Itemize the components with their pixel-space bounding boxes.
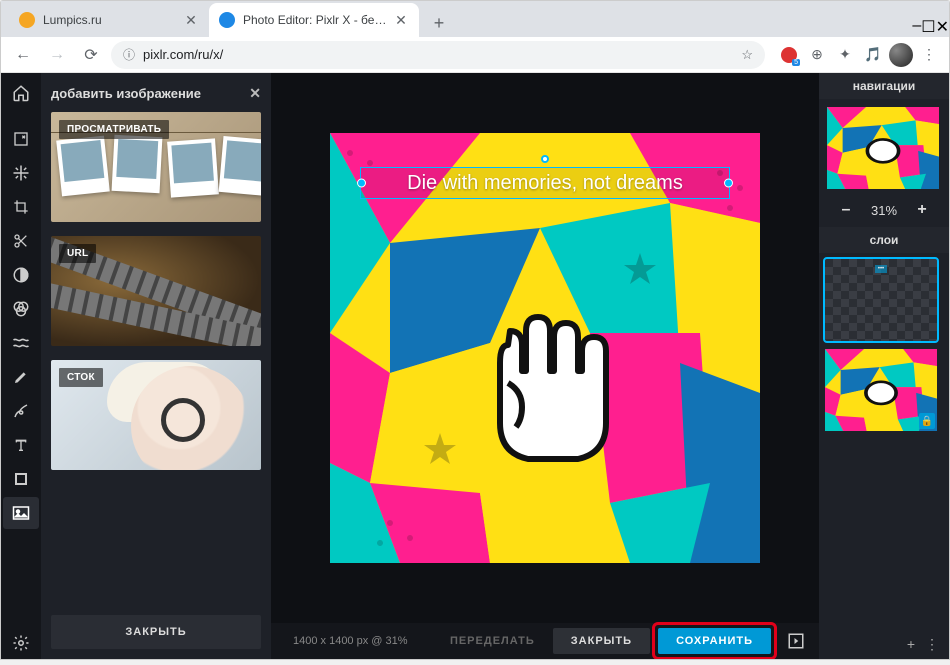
media-icon[interactable]: 🎵 bbox=[861, 43, 885, 67]
add-image-panel: добавить изображение ✕ ПРОСМАТРИВАТЬ URL bbox=[41, 73, 271, 659]
text-content: Die with memories, not dreams bbox=[407, 172, 683, 195]
adjust-icon[interactable] bbox=[3, 259, 39, 291]
nav-back-button[interactable]: ← bbox=[9, 41, 37, 69]
source-url[interactable]: URL bbox=[51, 236, 261, 346]
tab-label: Lumpics.ru bbox=[43, 13, 177, 27]
layer-text-preview: ••• bbox=[875, 265, 887, 273]
cutout-icon[interactable] bbox=[3, 225, 39, 257]
extensions-menu-icon[interactable]: ✦ bbox=[833, 43, 857, 67]
settings-icon[interactable] bbox=[3, 627, 39, 659]
tab-strip: Lumpics.ru ✕ Photo Editor: Pixlr X - бес… bbox=[1, 1, 949, 37]
left-toolbar bbox=[1, 73, 41, 659]
add-layer-button[interactable]: + bbox=[907, 636, 915, 652]
zoom-out-button[interactable]: – bbox=[837, 201, 855, 219]
tab-close-icon[interactable]: ✕ bbox=[183, 12, 199, 28]
site-info-icon[interactable]: ⓘ bbox=[123, 46, 135, 63]
bottom-bar: 1400 x 1400 px @ 31% ПЕРЕДЕЛАТЬ ЗАКРЫТЬ … bbox=[271, 623, 819, 659]
rotate-handle-icon[interactable] bbox=[541, 155, 549, 163]
zoom-value: 31% bbox=[871, 203, 897, 218]
favicon-icon bbox=[19, 12, 35, 28]
redo-label[interactable]: ПЕРЕДЕЛАТЬ bbox=[450, 635, 535, 647]
element-icon[interactable] bbox=[3, 463, 39, 495]
tab-close-icon[interactable]: ✕ bbox=[393, 12, 409, 28]
layer-options-icon[interactable]: ⋮ bbox=[925, 636, 939, 653]
new-tab-button[interactable]: + bbox=[425, 9, 453, 37]
arrange-icon[interactable] bbox=[3, 157, 39, 189]
tab-label: Photo Editor: Pixlr X - бесплатн… bbox=[243, 13, 387, 27]
favicon-icon bbox=[219, 12, 235, 28]
chrome-menu-icon[interactable]: ⋮ bbox=[917, 43, 941, 67]
source-label: URL bbox=[59, 244, 96, 263]
text-icon[interactable] bbox=[3, 429, 39, 461]
tab-pixlr[interactable]: Photo Editor: Pixlr X - бесплатн… ✕ bbox=[209, 3, 419, 37]
nav-reload-button[interactable]: ⟳ bbox=[77, 41, 105, 69]
filter-icon[interactable] bbox=[3, 293, 39, 325]
zoom-in-button[interactable]: + bbox=[913, 201, 931, 219]
canvas-info: 1400 x 1400 px @ 31% bbox=[281, 635, 408, 647]
navigator-thumbnail[interactable] bbox=[827, 107, 939, 189]
lock-icon[interactable]: 🔒 bbox=[919, 413, 935, 429]
canvas[interactable]: Die with memories, not dreams bbox=[330, 133, 760, 563]
open-image-icon[interactable] bbox=[3, 123, 39, 155]
nav-forward-button[interactable]: → bbox=[43, 41, 71, 69]
crop-icon[interactable] bbox=[3, 191, 39, 223]
retouch-icon[interactable] bbox=[3, 361, 39, 393]
add-image-icon[interactable] bbox=[3, 497, 39, 529]
window-maximize-button[interactable]: ☐ bbox=[921, 17, 935, 37]
bookmark-star-icon[interactable]: ☆ bbox=[741, 47, 753, 63]
save-button[interactable]: СОХРАНИТЬ bbox=[658, 628, 771, 654]
address-bar: ← → ⟳ ⓘ pixlr.com/ru/x/ ☆ 5 ⊕ ✦ 🎵 ⋮ bbox=[1, 37, 949, 73]
source-label: ПРОСМАТРИВАТЬ bbox=[59, 120, 169, 139]
next-step-icon[interactable] bbox=[783, 628, 809, 654]
tab-lumpics[interactable]: Lumpics.ru ✕ bbox=[9, 3, 209, 37]
workspace: Die with memories, not dreams 1400 x 140… bbox=[271, 73, 819, 659]
source-browse[interactable]: ПРОСМАТРИВАТЬ bbox=[51, 112, 261, 222]
url-input[interactable]: ⓘ pixlr.com/ru/x/ ☆ bbox=[111, 41, 765, 69]
extension-icon[interactable]: 5 bbox=[777, 43, 801, 67]
layers-title: слои bbox=[819, 227, 949, 253]
text-layer[interactable]: Die with memories, not dreams bbox=[360, 167, 730, 199]
home-icon[interactable] bbox=[3, 77, 39, 109]
panel-close-icon[interactable]: ✕ bbox=[249, 85, 261, 102]
window-close-button[interactable]: ✕ bbox=[936, 17, 949, 37]
source-label: СТОК bbox=[59, 368, 103, 387]
url-text: pixlr.com/ru/x/ bbox=[143, 47, 733, 62]
panel-close-button[interactable]: ЗАКРЫТЬ bbox=[51, 615, 261, 649]
layer-text[interactable]: ••• bbox=[825, 259, 937, 341]
profile-avatar[interactable] bbox=[889, 43, 913, 67]
draw-icon[interactable] bbox=[3, 395, 39, 427]
navigator-title: навигации bbox=[819, 73, 949, 99]
close-button[interactable]: ЗАКРЫТЬ bbox=[553, 628, 650, 654]
right-panel: навигации – 31% + слои ••• bbox=[819, 73, 949, 659]
source-stock[interactable]: СТОК bbox=[51, 360, 261, 470]
liquify-icon[interactable] bbox=[3, 327, 39, 359]
window-minimize-button[interactable]: – bbox=[912, 17, 921, 37]
layer-background[interactable]: 🔒 bbox=[825, 349, 937, 431]
extension-icon[interactable]: ⊕ bbox=[805, 43, 829, 67]
panel-title: добавить изображение bbox=[51, 86, 201, 101]
